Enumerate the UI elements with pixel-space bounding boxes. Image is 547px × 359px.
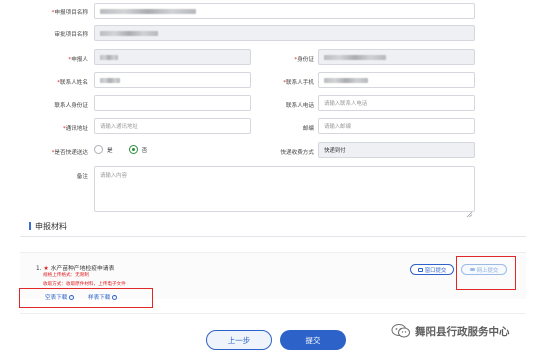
express-method-input: 快递到付 bbox=[318, 142, 475, 158]
redacted-value bbox=[100, 77, 120, 83]
download-links-highlight bbox=[19, 288, 153, 308]
address-label: *通讯地址 bbox=[62, 126, 88, 132]
applicant-label: *申报人 bbox=[68, 57, 88, 63]
express-yes-radio[interactable] bbox=[94, 145, 103, 154]
remarks-label: 备注 bbox=[76, 174, 88, 180]
redacted-value bbox=[324, 77, 368, 83]
express-yes-label: 是 bbox=[107, 147, 113, 154]
redacted-value bbox=[100, 30, 158, 36]
express-no-radio[interactable] bbox=[128, 145, 138, 154]
express-method-label: 快递收费方式 bbox=[280, 150, 314, 156]
express-radio-group: 是 否 bbox=[94, 145, 147, 154]
star-icon: ★ bbox=[43, 265, 49, 272]
contact-id-input[interactable] bbox=[94, 95, 251, 111]
materials-section-title: 申报材料 bbox=[35, 222, 67, 231]
contact-mobile-input[interactable] bbox=[318, 72, 475, 88]
prev-step-button[interactable]: 上一步 bbox=[206, 330, 272, 350]
material-note-format: 规格上传格式：无限制 bbox=[43, 273, 89, 278]
contact-mobile-label: *联系人手机 bbox=[283, 80, 314, 86]
redacted-value bbox=[100, 54, 118, 60]
project-name-label: *申报项目名称 bbox=[51, 10, 88, 16]
express-label: *是否快递送达 bbox=[51, 150, 88, 156]
blank-download-link[interactable]: 空表下载 › bbox=[45, 293, 75, 301]
postcode-label: 邮编 bbox=[302, 126, 314, 132]
approval-name-label: 审批项目名称 bbox=[54, 32, 88, 38]
address-input[interactable]: 请输入通讯地址 bbox=[94, 118, 251, 134]
resize-handle-icon[interactable] bbox=[466, 203, 473, 218]
contact-phone-label: 联系人电话 bbox=[286, 103, 314, 109]
download-circle-icon: › bbox=[69, 294, 75, 300]
contact-name-input[interactable] bbox=[94, 72, 251, 88]
footer-divider bbox=[20, 313, 526, 314]
window-submit-button[interactable]: 窗口提交 bbox=[410, 264, 454, 275]
watermark-text: 舞阳县行政服务中心 bbox=[415, 325, 510, 338]
sample-download-link[interactable]: 样表下载 › bbox=[88, 293, 118, 301]
remarks-textarea[interactable]: 请输入内容 bbox=[94, 166, 475, 212]
redacted-value bbox=[324, 54, 386, 60]
material-note-method: 收取方式：收取原件材料，上传电子文件 bbox=[43, 282, 126, 287]
section-accent-bar bbox=[29, 222, 31, 230]
redacted-value bbox=[100, 8, 196, 14]
online-submit-button[interactable]: 网上提交 bbox=[461, 264, 507, 275]
wechat-icon bbox=[391, 324, 410, 338]
section-divider bbox=[20, 236, 526, 237]
contact-phone-input[interactable]: 请输入联系人电话 bbox=[318, 95, 475, 111]
submit-button[interactable]: 提交 bbox=[280, 330, 346, 350]
express-no-label: 否 bbox=[141, 147, 148, 154]
id-card-label: *身份证 bbox=[294, 57, 314, 63]
contact-id-label: 联系人身份证 bbox=[54, 103, 88, 109]
window-icon bbox=[417, 267, 423, 272]
material-item-title: 1. ★ 水产苗种产地检疫申请表 bbox=[36, 265, 115, 272]
id-card-input bbox=[318, 49, 475, 65]
contact-name-label: *联系人姓名 bbox=[57, 80, 88, 86]
project-name-input[interactable] bbox=[94, 3, 475, 19]
download-circle-icon: › bbox=[112, 294, 118, 300]
approval-name-input bbox=[94, 25, 475, 41]
cloud-upload-icon bbox=[469, 267, 475, 272]
applicant-input bbox=[94, 49, 251, 65]
watermark: 舞阳县行政服务中心 bbox=[391, 323, 510, 339]
postcode-input[interactable]: 请输入邮编 bbox=[318, 118, 475, 134]
